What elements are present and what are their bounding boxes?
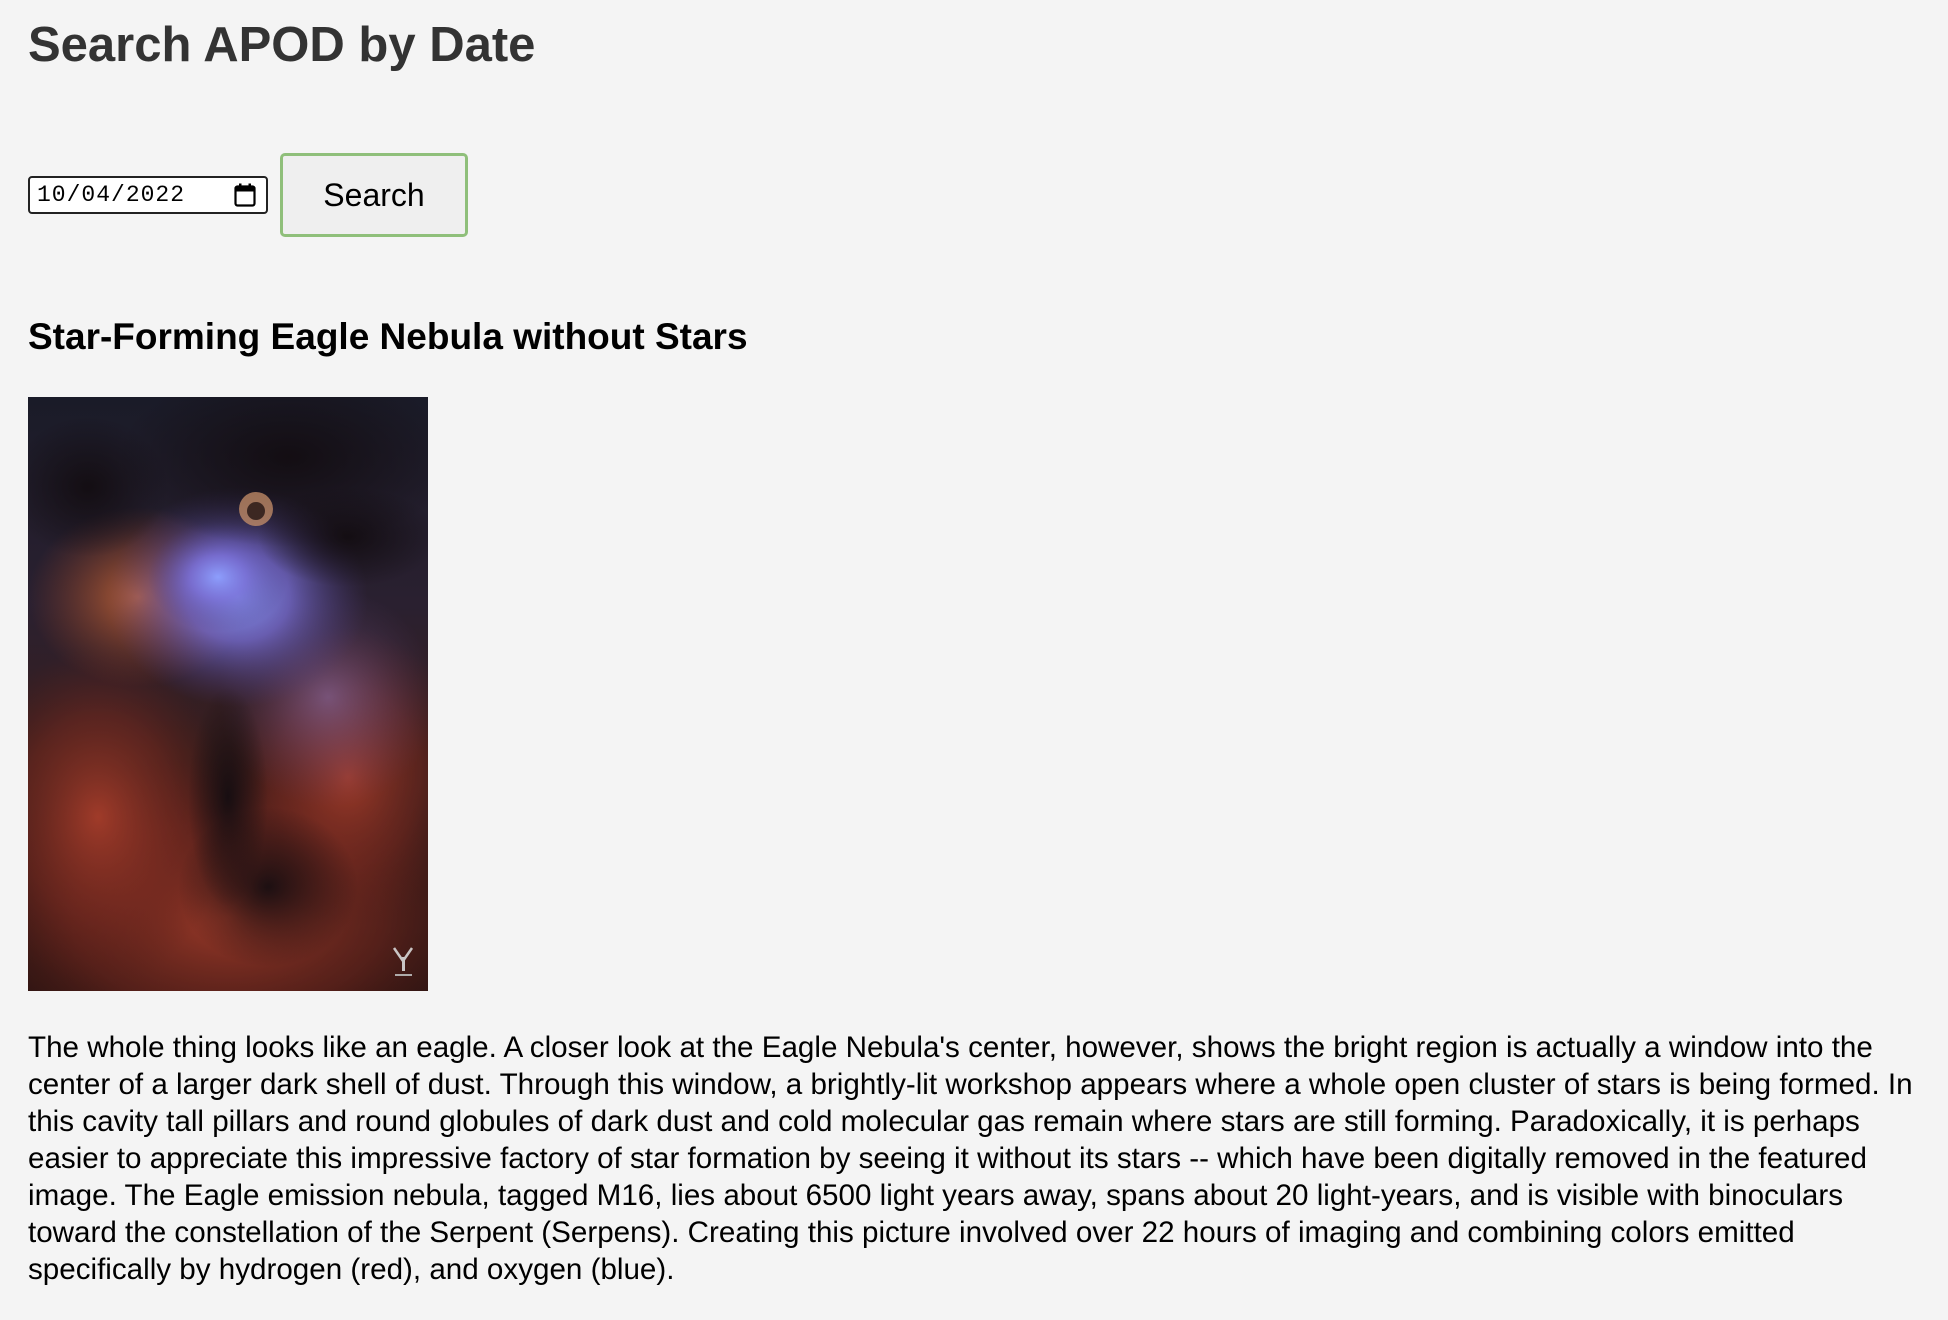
eagle-nebula-image [28, 397, 428, 991]
date-input[interactable]: 10/04/2022 [28, 176, 268, 214]
apod-title: Star-Forming Eagle Nebula without Stars [28, 316, 748, 357]
date-input-value: 10/04/2022 [37, 182, 186, 208]
apod-explanation: The whole thing looks like an eagle. A c… [28, 1031, 1913, 1286]
calendar-icon[interactable] [232, 180, 258, 210]
search-button[interactable]: Search [280, 153, 468, 237]
apod-search-page: Search APOD by Date 10/04/2022 Search St… [0, 0, 1948, 1320]
page-title: Search APOD by Date [28, 18, 536, 72]
search-form: 10/04/2022 Search [28, 152, 468, 238]
apod-image [28, 397, 428, 991]
